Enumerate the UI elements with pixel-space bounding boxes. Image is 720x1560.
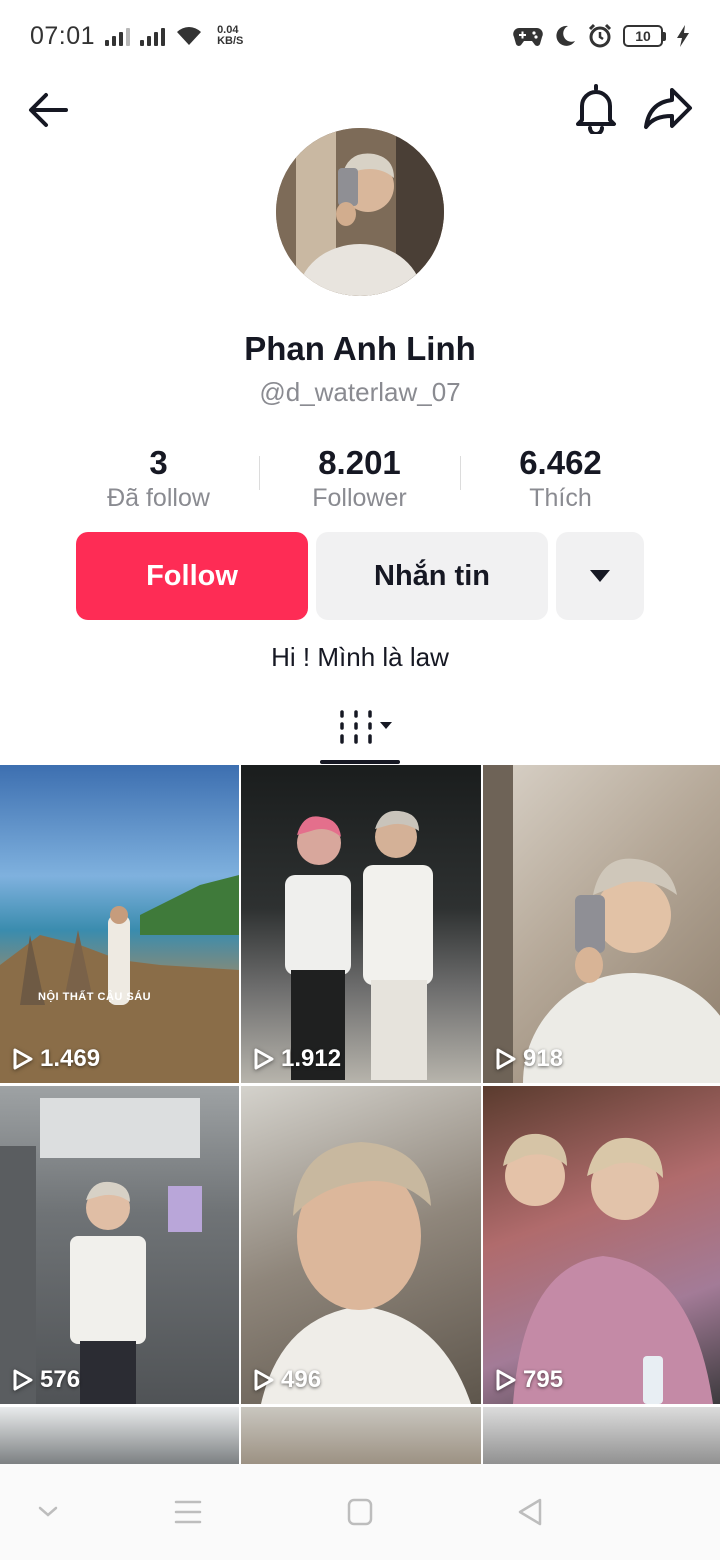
video-thumbnail[interactable]: NỘI THẤT CẬU SÁU 1.469 — [0, 765, 239, 1083]
view-count-value: 1.912 — [281, 1045, 342, 1072]
profile-bio: Hi ! Mình là law — [271, 642, 449, 672]
video-caption: NỘI THẤT CẬU SÁU — [38, 991, 152, 1003]
profile-actions: Follow Nhắn tin — [76, 532, 644, 620]
status-bar: 07:01 0.04 KB/S 10 — [0, 0, 720, 72]
view-count: 1.469 — [12, 1045, 100, 1073]
profile-name: Phan Anh Linh — [244, 330, 476, 367]
profile-stats: 3 Đã follow 8.201 Follower 6.462 Thích — [58, 444, 662, 514]
back-arrow-icon[interactable] — [24, 86, 72, 134]
view-count-value: 795 — [523, 1366, 564, 1393]
view-count-value: 496 — [281, 1366, 322, 1393]
tab-indicator — [320, 760, 400, 764]
thumbnail-image — [503, 1133, 713, 1404]
tab-videos[interactable] — [320, 700, 400, 764]
view-count-value: 576 — [40, 1366, 81, 1393]
stat-label: Thích — [529, 484, 592, 512]
share-icon[interactable] — [642, 84, 694, 132]
signal-icon — [105, 26, 131, 46]
video-thumbnail[interactable] — [483, 1407, 720, 1467]
video-thumbnail[interactable]: 795 — [483, 1086, 720, 1404]
chevron-down-icon[interactable] — [28, 1494, 68, 1530]
view-count: 918 — [495, 1045, 563, 1073]
play-icon — [13, 1048, 33, 1070]
view-count-value: 918 — [523, 1045, 564, 1072]
avatar-image — [276, 128, 444, 296]
net-speed: 0.04 KB/S — [217, 25, 243, 47]
message-button[interactable]: Nhắn tin — [316, 532, 548, 620]
charging-icon — [677, 25, 689, 47]
back-icon[interactable] — [510, 1494, 550, 1530]
thumbnail-image — [285, 810, 433, 1080]
stat-value: 6.462 — [519, 444, 602, 481]
stat-likes[interactable]: 6.462 Thích — [460, 444, 661, 514]
video-thumbnail[interactable]: 576 — [0, 1086, 239, 1404]
battery-level: 10 — [623, 25, 663, 47]
signal-icon — [140, 26, 166, 46]
view-count: 576 — [12, 1366, 80, 1394]
view-count: 1.912 — [253, 1045, 341, 1073]
stat-following[interactable]: 3 Đã follow — [58, 444, 259, 514]
thumbnail-image — [0, 875, 239, 1083]
video-thumbnail[interactable]: 918 — [483, 765, 720, 1083]
stat-value: 8.201 — [318, 444, 401, 481]
play-icon — [254, 1048, 274, 1070]
view-count: 496 — [253, 1366, 321, 1394]
home-icon[interactable] — [340, 1494, 380, 1530]
follow-button[interactable]: Follow — [76, 532, 308, 620]
moon-icon — [556, 25, 575, 46]
wifi-icon — [177, 27, 202, 45]
menu-icon[interactable] — [168, 1494, 208, 1530]
video-thumbnail[interactable] — [0, 1407, 239, 1467]
video-grid: NỘI THẤT CẬU SÁU 1.469 1.912 918 576 496… — [0, 765, 720, 1467]
grid-view-icon — [340, 710, 392, 744]
stat-label: Đã follow — [107, 484, 210, 512]
play-icon — [496, 1369, 516, 1391]
video-thumbnail[interactable] — [241, 1407, 481, 1467]
more-options-button[interactable] — [556, 532, 644, 620]
stat-value: 3 — [149, 444, 168, 481]
profile-handle: @d_waterlaw_07 — [259, 377, 461, 407]
avatar[interactable] — [276, 128, 444, 296]
battery-icon: 10 — [623, 25, 666, 47]
stat-followers[interactable]: 8.201 Follower — [259, 444, 460, 514]
view-count: 795 — [495, 1366, 563, 1394]
video-thumbnail[interactable]: 496 — [241, 1086, 481, 1404]
stat-label: Follower — [312, 484, 407, 512]
alarm-icon — [588, 23, 612, 48]
video-thumbnail[interactable]: 1.912 — [241, 765, 481, 1083]
game-icon — [513, 28, 543, 46]
thumbnail-image — [261, 1142, 471, 1404]
system-nav-bar — [0, 1464, 720, 1560]
net-speed-unit: KB/S — [217, 35, 244, 47]
play-icon — [13, 1369, 33, 1391]
thumbnail-image — [0, 1098, 202, 1404]
caret-down-icon — [590, 570, 610, 582]
bell-icon[interactable] — [572, 82, 620, 134]
play-icon — [254, 1369, 274, 1391]
status-time: 07:01 — [30, 21, 96, 50]
thumbnail-image — [483, 765, 720, 1083]
view-count-value: 1.469 — [40, 1045, 101, 1072]
play-icon — [496, 1048, 516, 1070]
